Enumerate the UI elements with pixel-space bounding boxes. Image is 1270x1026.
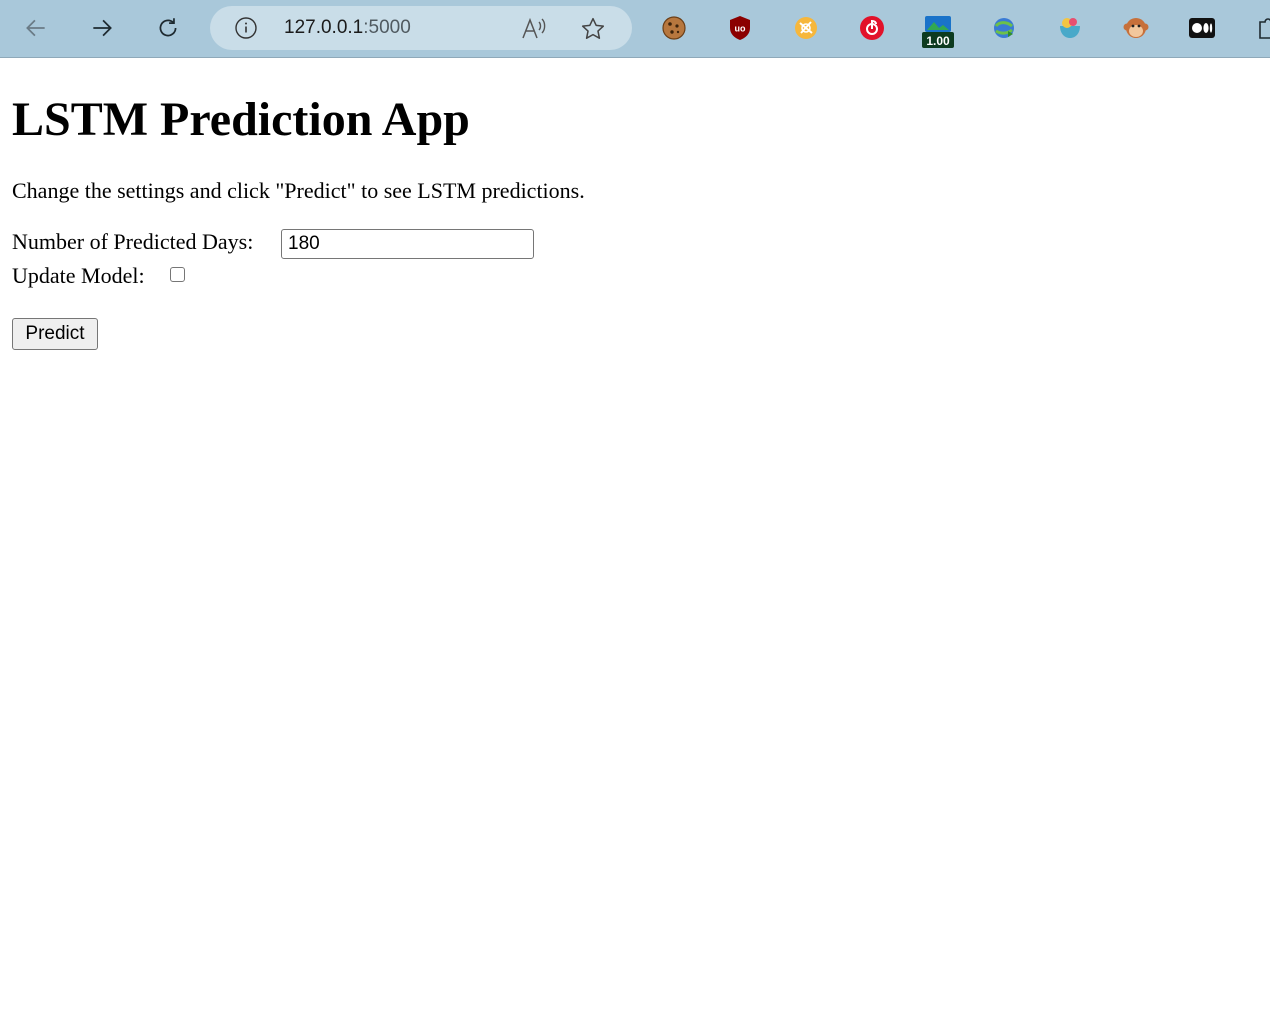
days-label: Number of Predicted Days: [12,229,254,254]
ublock-icon[interactable]: uo [726,14,754,42]
medium-icon[interactable] [1188,14,1216,42]
refresh-icon [159,18,177,37]
url-host: 127.0.0.1 [284,17,364,38]
favorite-star-icon[interactable] [580,16,606,42]
days-input[interactable] [281,229,534,259]
page-title: LSTM Prediction App [12,93,470,146]
read-aloud-icon[interactable] [520,16,548,42]
netease-music-icon[interactable] [858,14,886,42]
browser-toolbar: 127.0.0.1:5000 uo 1.00 [0,0,1270,58]
predict-button[interactable]: Predict [12,318,98,350]
ice-cream-icon[interactable] [1056,14,1084,42]
back-arrow-icon [26,19,45,37]
refresh-button[interactable] [150,10,186,46]
playback-speed-label: 1.00 [926,34,950,48]
forward-button[interactable] [84,10,120,46]
playback-speed-icon[interactable]: 1.00 [920,14,956,50]
back-button[interactable] [18,10,54,46]
cookie-icon[interactable] [660,14,688,42]
puzzle-icon[interactable] [1254,14,1270,42]
ublock-label: uo [735,24,746,34]
address-bar[interactable]: 127.0.0.1:5000 [210,6,632,50]
orange-extension-icon[interactable] [792,14,820,42]
update-model-checkbox[interactable] [170,267,185,282]
url-text[interactable]: 127.0.0.1:5000 [284,17,411,39]
download-manager-icon[interactable] [990,14,1018,42]
url-port: :5000 [363,17,411,38]
intro-text: Change the settings and click "Predict" … [12,178,585,203]
page-content: LSTM Prediction App Change the settings … [12,58,1270,1026]
days-row: Number of Predicted Days: [12,229,534,261]
monkey-icon[interactable] [1122,14,1150,42]
update-row: Update Model: [12,263,185,289]
update-model-label: Update Model: [12,263,145,288]
forward-arrow-icon [93,19,112,37]
site-info-icon[interactable] [234,16,258,40]
